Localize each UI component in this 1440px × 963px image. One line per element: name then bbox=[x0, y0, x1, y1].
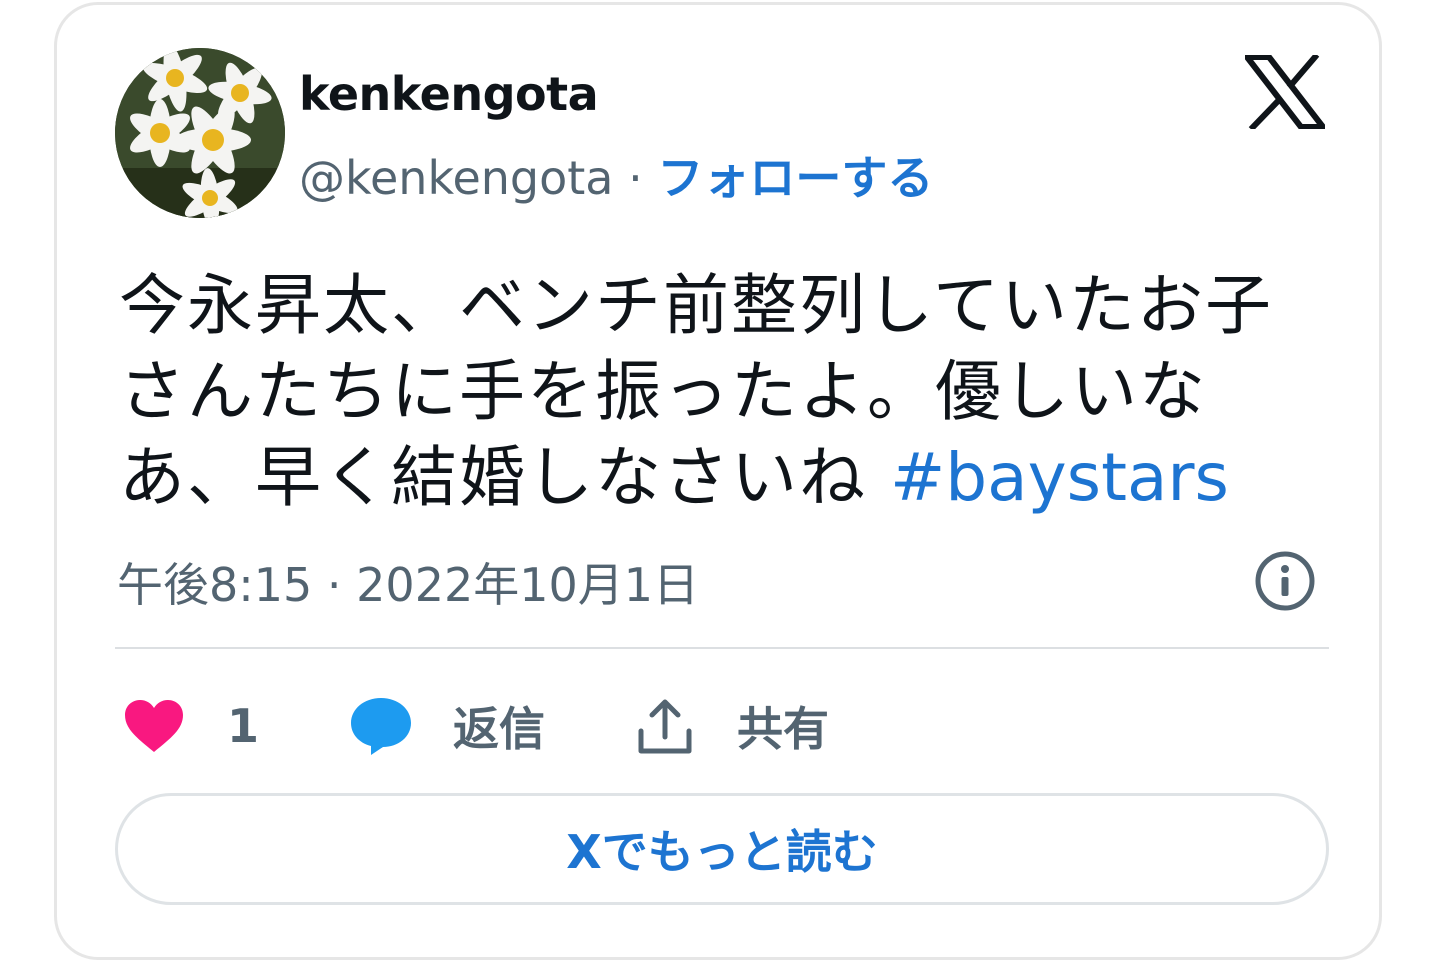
handle[interactable]: @kenkengota bbox=[299, 151, 613, 205]
display-name[interactable]: kenkengota bbox=[299, 67, 599, 121]
avatar[interactable] bbox=[115, 48, 285, 218]
like-button[interactable]: 1 bbox=[123, 691, 259, 761]
reply-label: 返信 bbox=[453, 702, 545, 756]
divider bbox=[115, 647, 1329, 649]
info-icon[interactable] bbox=[1254, 550, 1316, 612]
timestamp[interactable]: 午後8:15 · 2022年10月1日 bbox=[117, 549, 699, 615]
read-more-button[interactable]: Xでもっと読む bbox=[115, 793, 1329, 905]
reply-bubble-icon bbox=[351, 698, 411, 755]
handle-row: @kenkengota · フォローする bbox=[299, 142, 933, 208]
hashtag-link[interactable]: #baystars bbox=[890, 439, 1229, 516]
x-logo-icon[interactable] bbox=[1245, 55, 1325, 129]
follow-button[interactable]: フォローする bbox=[657, 151, 933, 205]
reply-button[interactable]: 返信 bbox=[349, 691, 545, 761]
like-count: 1 bbox=[227, 699, 260, 753]
tweet-text: 今永昇太、ベンチ前整列していたお子さんたちに手を振ったよ。優しいなあ、早く結婚し… bbox=[119, 263, 1339, 521]
tweet-card: kenkengota @kenkengota · フォローする 今永昇太、ベンチ… bbox=[54, 2, 1382, 960]
share-icon bbox=[638, 699, 692, 754]
separator: · bbox=[613, 151, 658, 205]
share-button[interactable]: 共有 bbox=[637, 691, 829, 761]
heart-icon bbox=[125, 700, 183, 752]
share-label: 共有 bbox=[737, 702, 829, 756]
